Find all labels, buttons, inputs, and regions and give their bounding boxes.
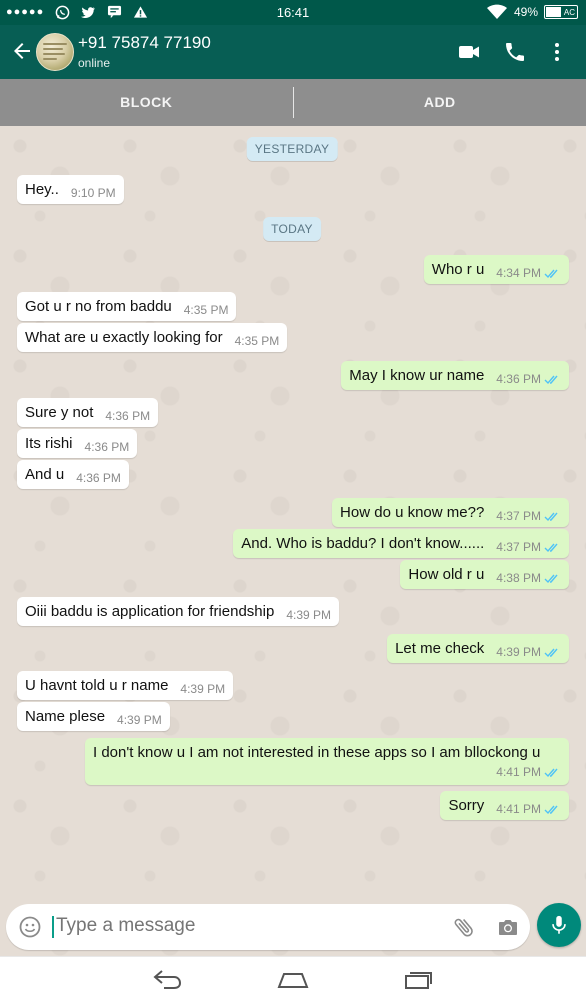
message-time: 4:35 PM xyxy=(234,334,280,348)
read-ticks-icon xyxy=(544,543,558,552)
message-text: Got u r no from baddu xyxy=(25,298,172,315)
message-bubble-outgoing[interactable]: Let me check 4:39 PM xyxy=(387,634,569,663)
chat-area[interactable]: YESTERDAY TODAY Hey.. 9:10 PM Who r u 4:… xyxy=(0,126,586,956)
contact-status: online xyxy=(78,56,111,70)
message-time: 4:35 PM xyxy=(183,303,229,317)
message-time: 4:34 PM xyxy=(496,266,541,280)
message-text: And u xyxy=(25,466,65,483)
status-bar: ●●●●● 16:41 49% AC xyxy=(0,0,586,25)
back-arrow-icon[interactable] xyxy=(10,39,34,63)
message-text: U havnt told u r name xyxy=(25,677,169,694)
message-text: Who r u xyxy=(431,261,485,278)
message-time: 4:41 PM xyxy=(496,765,541,779)
message-time: 4:39 PM xyxy=(286,608,332,622)
charging-label: AC xyxy=(563,7,575,17)
add-button[interactable]: ADD xyxy=(294,79,586,126)
message-text: And. Who is baddu? I don't know...... xyxy=(241,535,485,552)
message-text: How old r u xyxy=(408,566,485,583)
message-time: 4:39 PM xyxy=(180,682,226,696)
recents-nav-icon[interactable] xyxy=(401,967,435,991)
phone-icon[interactable] xyxy=(503,40,527,64)
block-add-bar: BLOCK ADD xyxy=(0,79,586,126)
message-text: Hey.. xyxy=(25,181,59,198)
message-text: Its rishi xyxy=(25,435,73,452)
message-bubble-incoming[interactable]: U havnt told u r name 4:39 PM xyxy=(17,671,234,700)
message-bubble-outgoing[interactable]: How old r u 4:38 PM xyxy=(400,560,569,589)
text-cursor xyxy=(52,916,54,938)
message-bubble-incoming[interactable]: Hey.. 9:10 PM xyxy=(17,175,124,204)
mic-button[interactable] xyxy=(537,903,581,947)
read-ticks-icon xyxy=(544,805,558,814)
message-input-bar xyxy=(0,898,586,956)
date-label-yesterday: YESTERDAY xyxy=(246,137,338,161)
video-call-icon[interactable] xyxy=(457,40,481,64)
message-time: 4:37 PM xyxy=(496,509,541,523)
read-ticks-icon xyxy=(544,768,558,777)
message-text: How do u know me?? xyxy=(340,504,485,521)
message-bubble-outgoing[interactable]: May I know ur name 4:36 PM xyxy=(341,361,569,390)
block-button[interactable]: BLOCK xyxy=(0,79,293,126)
battery-fill xyxy=(546,7,561,17)
message-bubble-outgoing[interactable]: And. Who is baddu? I don't know...... 4:… xyxy=(233,529,569,558)
battery-icon: AC xyxy=(544,5,578,19)
battery-percent: 49% xyxy=(513,5,538,19)
attach-icon[interactable] xyxy=(452,915,476,939)
read-ticks-icon xyxy=(544,512,558,521)
camera-icon[interactable] xyxy=(496,915,520,939)
message-time: 4:39 PM xyxy=(117,713,162,727)
read-ticks-icon xyxy=(544,648,558,657)
message-time: 4:36 PM xyxy=(84,440,130,454)
message-time: 9:10 PM xyxy=(70,186,116,200)
read-ticks-icon xyxy=(544,375,558,384)
message-bubble-incoming[interactable]: Sure y not 4:36 PM xyxy=(17,398,159,427)
message-input[interactable] xyxy=(56,915,436,937)
message-time: 4:36 PM xyxy=(105,409,151,423)
home-nav-icon[interactable] xyxy=(276,967,310,991)
message-time: 4:37 PM xyxy=(496,540,541,554)
message-bubble-incoming[interactable]: Oiii baddu is application for friendship… xyxy=(17,597,340,626)
chat-header: +91 75874 77190 online xyxy=(0,25,586,79)
message-bubble-incoming[interactable]: Its rishi 4:36 PM xyxy=(17,429,138,458)
message-time: 4:36 PM xyxy=(496,372,541,386)
more-options-icon[interactable] xyxy=(545,40,569,64)
message-bubble-outgoing[interactable]: Sorry 4:41 PM xyxy=(440,791,569,820)
message-text: Name plese xyxy=(25,708,106,725)
message-text: Sure y not xyxy=(25,404,94,421)
message-text: Let me check xyxy=(395,640,485,657)
contact-avatar[interactable] xyxy=(36,33,74,71)
message-time: 4:38 PM xyxy=(496,571,541,585)
message-bubble-outgoing[interactable]: How do u know me?? 4:37 PM xyxy=(332,498,569,527)
date-label-today: TODAY xyxy=(263,217,321,241)
message-text: Sorry xyxy=(448,797,485,814)
system-nav-bar xyxy=(0,956,586,1000)
message-bubble-outgoing[interactable]: Who r u 4:34 PM xyxy=(423,255,569,284)
message-time: 4:39 PM xyxy=(496,645,541,659)
message-text: May I know ur name xyxy=(349,367,485,384)
message-time: 4:36 PM xyxy=(76,471,121,485)
message-input-box[interactable] xyxy=(6,904,530,950)
message-bubble-incoming[interactable]: Got u r no from baddu 4:35 PM xyxy=(17,292,237,321)
message-time: 4:41 PM xyxy=(496,802,541,816)
message-text: Oiii baddu is application for friendship xyxy=(25,603,275,620)
wifi-icon xyxy=(486,4,508,20)
read-ticks-icon xyxy=(544,574,558,583)
emoji-icon[interactable] xyxy=(18,915,42,939)
contact-name[interactable]: +91 75874 77190 xyxy=(78,33,211,53)
back-nav-icon[interactable] xyxy=(150,967,184,991)
message-bubble-incoming[interactable]: And u 4:36 PM xyxy=(17,460,129,489)
read-ticks-icon xyxy=(544,269,558,278)
message-bubble-outgoing[interactable]: I don't know u I am not interested in th… xyxy=(85,738,569,785)
mic-icon xyxy=(552,915,566,934)
message-text: What are u exactly looking for xyxy=(25,329,223,346)
message-bubble-incoming[interactable]: What are u exactly looking for 4:35 PM xyxy=(17,323,288,352)
message-bubble-incoming[interactable]: Name plese 4:39 PM xyxy=(17,702,170,731)
message-text: I don't know u I am not interested in th… xyxy=(93,744,541,761)
